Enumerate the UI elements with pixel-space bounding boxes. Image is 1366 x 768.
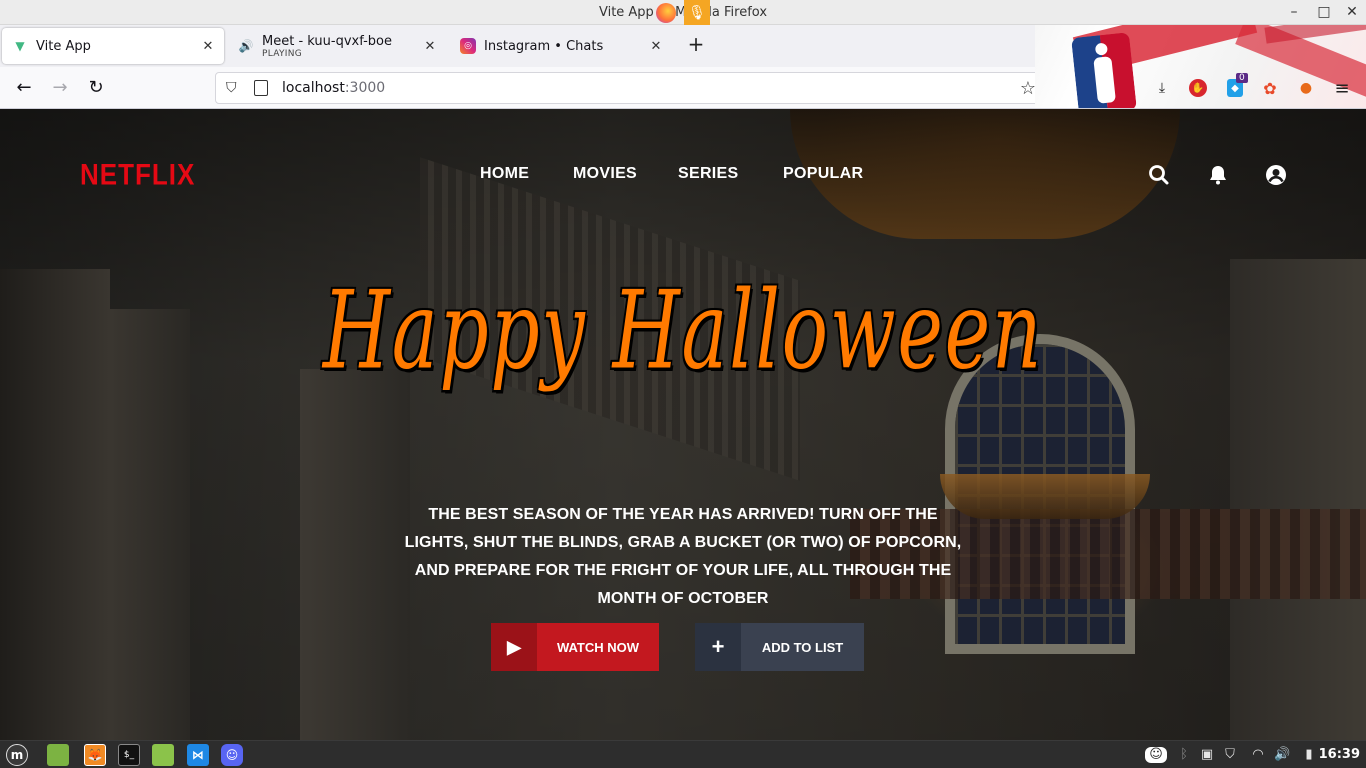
- netflix-logo[interactable]: NETFLIX: [80, 157, 195, 193]
- add-to-list-button[interactable]: + ADD TO LIST: [695, 623, 864, 671]
- page-icon[interactable]: [254, 80, 268, 96]
- microphone-icon[interactable]: 🎙: [684, 0, 710, 25]
- downloads-icon[interactable]: ⤓: [1150, 76, 1174, 100]
- tab-instagram[interactable]: ◎ Instagram • Chats ✕: [450, 28, 672, 64]
- tab-subtitle: PLAYING: [262, 48, 303, 59]
- firefox-taskbar-icon[interactable]: 🦊: [84, 744, 106, 766]
- ublock-icon[interactable]: ✋: [1189, 79, 1207, 97]
- clipboard-icon[interactable]: ▣: [1199, 747, 1215, 763]
- chandelier: [940, 474, 1150, 519]
- close-window-button[interactable]: ✕: [1344, 4, 1360, 20]
- color-picker-icon[interactable]: ✿: [1258, 76, 1282, 100]
- hero-title: Happy Halloween: [322, 268, 1044, 395]
- basketball-icon[interactable]: ●: [1294, 76, 1318, 100]
- watch-now-button[interactable]: ▶ WATCH NOW: [491, 623, 659, 671]
- bluetooth-icon[interactable]: ᛒ: [1176, 747, 1192, 763]
- close-tab-icon[interactable]: ✕: [646, 39, 666, 54]
- tab-title: Vite App: [36, 38, 91, 54]
- close-tab-icon[interactable]: ✕: [198, 39, 218, 54]
- window-titlebar: Vite App — Mozilla Firefox 🎙 – □ ✕: [0, 0, 1366, 25]
- nav-home[interactable]: HOME: [480, 165, 529, 183]
- volume-icon[interactable]: 🔊: [1274, 747, 1290, 763]
- files-icon[interactable]: [152, 744, 174, 766]
- pillar: [1230, 259, 1366, 740]
- tab-meet[interactable]: 🔊 Meet - kuu-qvxf-boe PLAYING ✕: [228, 28, 446, 64]
- pillar: [0, 269, 110, 740]
- address-bar[interactable]: ⛉ localhost:3000 ☆: [215, 72, 1043, 104]
- nav-movies[interactable]: MOVIES: [573, 165, 637, 183]
- wifi-icon[interactable]: ◠: [1250, 747, 1266, 763]
- extension-badge: 0: [1236, 73, 1248, 83]
- battery-icon[interactable]: ▮: [1301, 747, 1317, 763]
- minimize-button[interactable]: –: [1286, 4, 1302, 20]
- plus-icon: +: [695, 623, 741, 671]
- window-title: Vite App — Mozilla Firefox: [598, 5, 768, 20]
- play-icon: ▶: [491, 623, 537, 671]
- discord-tray-icon[interactable]: ☺: [1145, 747, 1167, 763]
- nav-popular[interactable]: POPULAR: [783, 165, 863, 183]
- taskbar: m 🦊 $_ ⋈ ☺ ☺ ᛒ ▣ ⛉ ◠ 🔊 ▮ 16:39: [0, 740, 1366, 768]
- url-text[interactable]: localhost:3000: [282, 80, 385, 96]
- vscode-icon[interactable]: ⋈: [187, 744, 209, 766]
- terminal-icon[interactable]: $_: [118, 744, 140, 766]
- discord-icon[interactable]: ☺: [221, 744, 243, 766]
- nba-logo: [1071, 32, 1137, 108]
- tab-vite-app[interactable]: ▼ Vite App ✕: [2, 28, 224, 64]
- vue-icon: ▼: [15, 39, 25, 53]
- tracking-shield-icon[interactable]: ⛉: [226, 80, 242, 96]
- instagram-icon: ◎: [460, 38, 476, 54]
- nav-series[interactable]: SERIES: [678, 165, 739, 183]
- mint-menu-icon[interactable]: m: [6, 744, 28, 766]
- audio-playing-icon: 🔊: [238, 39, 254, 53]
- url-host: localhost: [282, 80, 345, 96]
- user-account-icon[interactable]: [1264, 163, 1288, 187]
- bell-icon[interactable]: [1206, 163, 1230, 187]
- bookmark-star-icon[interactable]: ☆: [1020, 78, 1036, 99]
- watch-now-label: WATCH NOW: [556, 639, 640, 655]
- add-to-list-label: ADD TO LIST: [761, 639, 844, 655]
- update-shield-icon[interactable]: ⛉: [1222, 747, 1238, 763]
- maximize-button[interactable]: □: [1316, 4, 1332, 20]
- firefox-icon: [656, 3, 676, 23]
- search-icon[interactable]: [1147, 163, 1171, 187]
- reload-button[interactable]: ↻: [84, 76, 108, 100]
- tab-title: Meet - kuu-qvxf-boe: [262, 33, 392, 49]
- back-button[interactable]: ←: [12, 76, 36, 100]
- netflix-page: NETFLIX HOME MOVIES SERIES POPULAR Happy…: [0, 109, 1366, 740]
- tab-title-wrap: Meet - kuu-qvxf-boe PLAYING: [262, 34, 420, 59]
- show-desktop-icon[interactable]: [47, 744, 69, 766]
- paint-stroke: [1264, 25, 1366, 44]
- pillar: [300, 369, 410, 740]
- forward-button[interactable]: →: [48, 76, 72, 100]
- tab-title: Instagram • Chats: [484, 38, 604, 54]
- clock[interactable]: 16:39: [1319, 747, 1360, 762]
- new-tab-button[interactable]: +: [686, 34, 706, 54]
- menu-icon[interactable]: ≡: [1330, 76, 1354, 100]
- close-tab-icon[interactable]: ✕: [420, 39, 440, 54]
- hero-tagline: The best season of the year has arrived!…: [404, 506, 962, 607]
- url-port: :3000: [344, 80, 386, 96]
